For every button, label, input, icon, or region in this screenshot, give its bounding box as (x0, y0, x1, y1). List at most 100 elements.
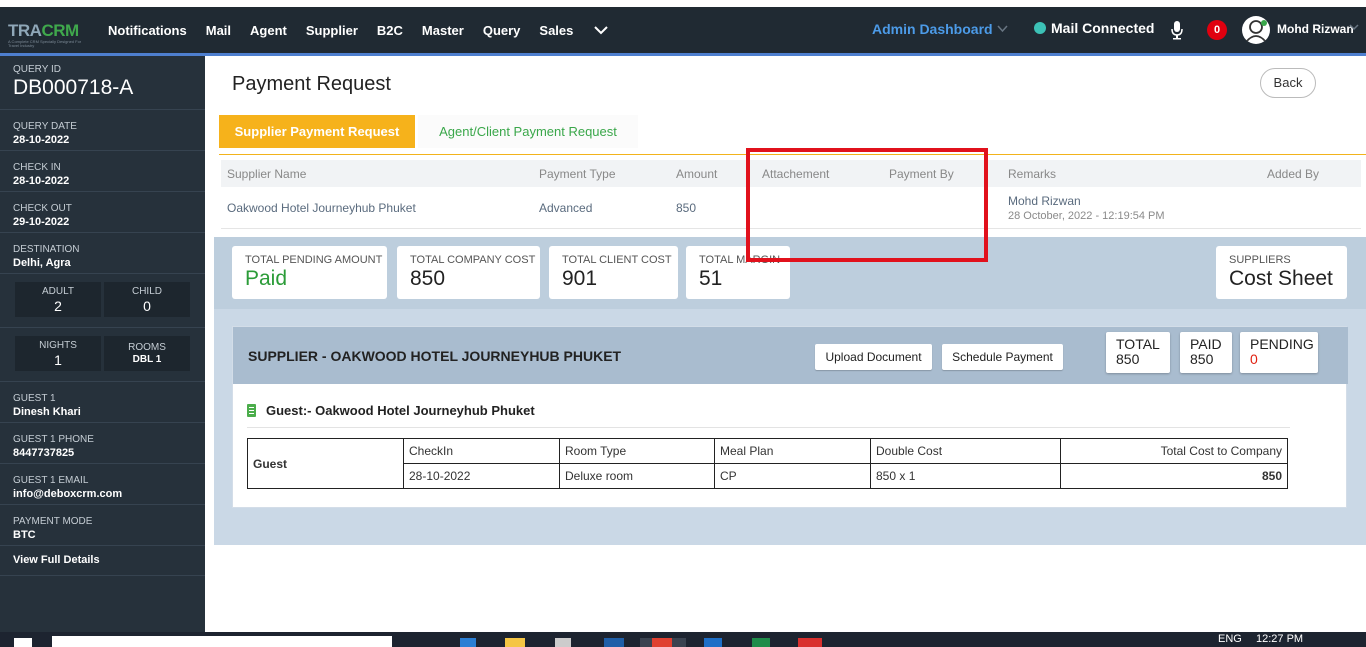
store-icon[interactable] (555, 638, 571, 647)
col-checkin: CheckIn (403, 438, 560, 464)
user-name[interactable]: Mohd Rizwan (1277, 22, 1354, 36)
nav-b2c[interactable]: B2C (377, 23, 403, 38)
table-header-row: Guest CheckIn Room Type Meal Plan Double… (247, 438, 1288, 489)
check-in: CHECK IN 28-10-2022 (0, 151, 205, 192)
total-client-cost-card: TOTAL CLIENT COST 901 (549, 246, 678, 299)
user-avatar[interactable] (1242, 16, 1270, 44)
paid-pill: PAID 850 (1180, 332, 1232, 373)
row-remarks-name: Mohd Rizwan (1008, 194, 1081, 208)
nav-query[interactable]: Query (483, 23, 521, 38)
app-icon[interactable] (604, 638, 624, 647)
chevron-down-icon[interactable] (1349, 22, 1359, 34)
supplier-card: SUPPLIER - OAKWOOD HOTEL JOURNEYHUB PHUK… (232, 326, 1348, 508)
total-company-cost-label: TOTAL COMPANY COST (410, 254, 536, 266)
query-date: QUERY DATE 28-10-2022 (0, 110, 205, 151)
cell-double-cost: 850 x 1 (870, 463, 1061, 489)
edge-icon[interactable] (460, 638, 476, 647)
suppliers-label: SUPPLIERS (1229, 254, 1291, 266)
guest-1-phone-label: GUEST 1 PHONE (13, 434, 94, 445)
clock[interactable]: 12:27 PM (1256, 633, 1303, 645)
chevron-down-icon[interactable] (997, 22, 1008, 36)
building-icon (247, 404, 256, 417)
logo-text: TRA (8, 21, 42, 40)
logo-text-accent: CRM (41, 21, 79, 40)
supplier-header: SUPPLIER - OAKWOOD HOTEL JOURNEYHUB PHUK… (233, 327, 1348, 384)
guest-heading: Guest:- Oakwood Hotel Journeyhub Phuket (247, 403, 535, 418)
cell-total-cost: 850 (1060, 463, 1288, 489)
chrome-icon[interactable] (652, 638, 672, 647)
supplier-section: SUPPLIER - OAKWOOD HOTEL JOURNEYHUB PHUK… (214, 309, 1366, 545)
query-sidebar: QUERY ID DB000718-A QUERY DATE 28-10-2022 … (0, 56, 205, 632)
total-company-cost-value: 850 (410, 267, 446, 290)
supplier-title: SUPPLIER - OAKWOOD HOTEL JOURNEYHUB PHUK… (248, 348, 622, 364)
nav-agent[interactable]: Agent (250, 23, 287, 38)
status-dot-icon (1034, 22, 1046, 34)
payment-mode: PAYMENT MODE BTC (0, 505, 205, 546)
nav-master[interactable]: Master (422, 23, 464, 38)
adult-box: ADULT 2 (15, 282, 101, 317)
query-id-value: DB000718-A (13, 76, 134, 99)
nav-supplier[interactable]: Supplier (306, 23, 358, 38)
child-value: 0 (143, 298, 151, 314)
child-label: CHILD (131, 286, 162, 297)
upload-document-button[interactable]: Upload Document (815, 344, 932, 370)
excel-icon[interactable] (752, 638, 770, 647)
taskbar-search-box[interactable] (52, 636, 392, 647)
cell-checkin: 28-10-2022 (403, 463, 560, 489)
folder-icon[interactable] (505, 638, 525, 647)
guest-1-label: GUEST 1 (13, 393, 56, 404)
guest-1-phone-value: 8447737825 (13, 447, 75, 459)
admin-dashboard-menu[interactable]: Admin Dashboard (872, 21, 993, 37)
child-box: CHILD 0 (104, 282, 190, 317)
row-amount: 850 (676, 201, 697, 215)
stay-counts: NIGHTS 1 ROOMS DBL 1 (0, 328, 205, 382)
row-payment-type: Advanced (539, 201, 593, 215)
guest-1-email: GUEST 1 EMAIL info@deboxcrm.com (0, 464, 205, 505)
nav-notifications[interactable]: Notifications (108, 23, 187, 38)
mail-status[interactable]: Mail Connected (1034, 20, 1154, 36)
total-pending-card: TOTAL PENDING AMOUNT Paid (232, 246, 387, 299)
microphone-icon[interactable] (1170, 20, 1184, 40)
total-client-cost-value: 901 (562, 267, 598, 290)
total-pending-label: TOTAL PENDING AMOUNT (245, 254, 383, 266)
app-red-icon[interactable] (798, 638, 822, 647)
payment-mode-value: BTC (13, 529, 36, 541)
windows-start-icon[interactable] (14, 638, 32, 647)
nights-label: NIGHTS (39, 340, 77, 351)
suppliers-cost-sheet-card[interactable]: SUPPLIERS Cost Sheet (1216, 246, 1347, 299)
total-pill: TOTAL 850 (1106, 332, 1170, 373)
check-in-label: CHECK IN (13, 162, 61, 173)
col-amount: Amount (676, 167, 718, 181)
cell-room-type: Deluxe room (559, 463, 715, 489)
destination-value: Delhi, Agra (13, 257, 71, 269)
rooms-box: ROOMS DBL 1 (104, 336, 190, 371)
chevron-down-icon[interactable] (594, 23, 609, 38)
table-row: 28-10-2022 Deluxe room CP 850 x 1 850 (248, 463, 1288, 489)
app-logo[interactable]: TRACRM A Complete CRM Specially Designed… (8, 15, 88, 48)
nav-sales[interactable]: Sales (539, 23, 573, 38)
view-full-details-link[interactable]: View Full Details (0, 546, 205, 576)
pending-pill-value: 0 (1250, 351, 1258, 367)
nav-mail[interactable]: Mail (206, 23, 231, 38)
query-id-label: QUERY ID (13, 64, 61, 75)
row-supplier-name: Oakwood Hotel Journeyhub Phuket (227, 201, 416, 215)
word-icon[interactable] (704, 638, 722, 647)
back-button[interactable]: Back (1260, 68, 1316, 98)
mail-status-text: Mail Connected (1051, 20, 1155, 36)
tab-supplier-payment-request[interactable]: Supplier Payment Request (219, 115, 415, 148)
schedule-payment-button[interactable]: Schedule Payment (942, 344, 1063, 370)
col-payment-type: Payment Type (539, 167, 616, 181)
pending-pill-label: PENDING (1250, 336, 1314, 352)
check-out: CHECK OUT 29-10-2022 (0, 192, 205, 233)
pending-pill: PENDING 0 (1240, 332, 1318, 373)
tab-agent-client-payment-request[interactable]: Agent/Client Payment Request (418, 115, 638, 148)
check-out-label: CHECK OUT (13, 203, 72, 214)
guest-heading-text: Guest:- Oakwood Hotel Journeyhub Phuket (266, 403, 535, 418)
paid-pill-label: PAID (1190, 336, 1222, 352)
top-strip (0, 0, 1366, 7)
pax-counts: ADULT 2 CHILD 0 (0, 274, 205, 328)
guest-1-email-value: info@deboxcrm.com (13, 488, 123, 500)
row-remarks-date: 28 October, 2022 - 12:19:54 PM (1008, 210, 1165, 222)
language-indicator[interactable]: ENG (1218, 633, 1242, 645)
notification-badge[interactable]: 0 (1207, 20, 1227, 40)
